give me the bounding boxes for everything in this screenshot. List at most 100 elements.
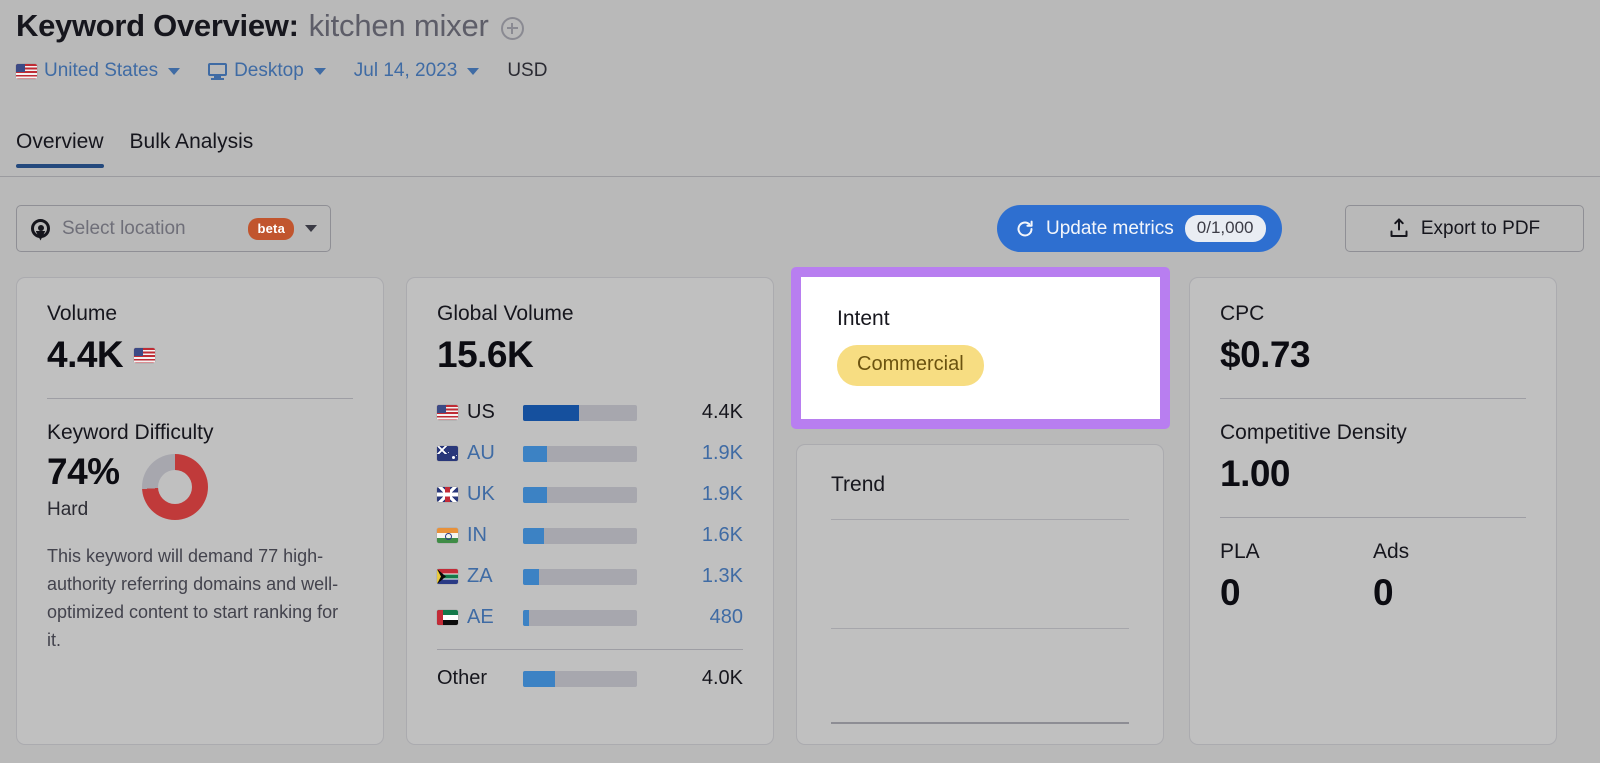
upload-icon [1389,218,1409,239]
ads-block: Ads 0 [1373,540,1526,614]
update-metrics-quota: 0/1,000 [1184,215,1266,242]
card-divider [47,398,353,399]
cpc-label: CPC [1220,302,1265,325]
plus-circle-icon[interactable] [500,16,524,40]
us-flag-icon [134,347,156,363]
currency-label: USD [507,60,548,81]
global-volume-value-cell: 480 [709,606,743,628]
global-volume-divider [437,649,743,650]
global-volume-country-code: AE [467,606,494,628]
intent-label: Intent [837,307,890,330]
ads-value: 0 [1373,572,1394,613]
beta-badge: beta [248,217,294,240]
global-volume-country[interactable]: AE [437,606,503,629]
date-selector[interactable]: Jul 14, 2023 [354,60,480,82]
global-volume-bar [523,568,637,585]
location-select[interactable]: Select location beta [16,205,331,252]
global-volume-card: Global Volume 15.6K US 4.4K AU 1.9K UK 1.9K IN… [406,277,774,745]
pla-block: PLA 0 [1220,540,1373,614]
trend-label: Trend [831,473,886,496]
tab-bulk-analysis[interactable]: Bulk Analysis [130,130,254,168]
us-flag-icon [16,63,37,79]
global-volume-country[interactable]: IN [437,524,503,547]
cpc-card: CPC $0.73 Competitive Density 1.00 PLA 0… [1189,277,1557,745]
us-flag-icon [437,405,458,420]
location-select-placeholder: Select location [62,217,186,239]
volume-label: Volume [47,302,118,325]
global-volume-other-value: 4.0K [701,667,743,689]
page-title: Keyword Overview: kitchen mixer [16,8,524,44]
global-volume-value: 15.6K [437,334,534,375]
keyword-difficulty-rating: Hard [47,499,89,520]
au-flag-icon [437,446,458,461]
country-selector[interactable]: United States [16,60,181,82]
chevron-down-icon [168,67,181,75]
global-volume-value-cell: 1.6K [701,524,743,546]
global-volume-label: Global Volume [437,302,574,325]
global-volume-value-cell: 4.4K [701,401,743,423]
global-volume-row: AE 480 [437,597,743,638]
intent-badge: Commercial [837,345,984,386]
global-volume-row: ZA 1.3K [437,556,743,597]
chevron-down-icon [313,67,326,75]
device-selector[interactable]: Desktop [208,60,326,82]
volume-card: Volume 4.4K Keyword Difficulty 74% Hard … [16,277,384,745]
global-volume-row: UK 1.9K [437,474,743,515]
in-flag-icon [437,528,458,543]
global-volume-bar [523,609,637,626]
filters-bar: United States Desktop Jul 14, 2023 USD [16,60,547,82]
global-volume-country[interactable]: AU [437,442,503,465]
global-volume-bar [523,527,637,544]
ads-label: Ads [1373,540,1410,563]
tab-bar: Overview Bulk Analysis [16,130,253,168]
cpc-value: $0.73 [1220,334,1311,375]
global-volume-country-code: IN [467,524,487,546]
keyword-difficulty-value: 74% [47,451,120,492]
device-selector-label: Desktop [234,60,304,81]
global-volume-list: US 4.4K AU 1.9K UK 1.9K IN 1.6K ZA 1.3K AE 480 [437,392,743,638]
global-volume-value-cell: 1.9K [701,442,743,464]
map-pin-icon [30,217,51,241]
country-selector-label: United States [44,60,159,81]
global-volume-row: AU 1.9K [437,433,743,474]
date-selector-label: Jul 14, 2023 [353,60,458,81]
keyword-difficulty-note: This keyword will demand 77 high-authori… [47,546,339,650]
global-volume-country-code: UK [467,483,495,505]
global-volume-row: IN 1.6K [437,515,743,556]
card-divider [1220,398,1526,399]
global-volume-other-row: Other 4.0K [437,658,743,699]
pla-value: 0 [1220,572,1241,613]
global-volume-row: US 4.4K [437,392,743,433]
export-to-pdf-button[interactable]: Export to PDF [1345,205,1584,252]
currency-label-wrap: USD [507,60,547,82]
card-divider [1220,517,1526,518]
refresh-icon [1015,219,1035,239]
global-volume-bar [523,445,637,462]
uk-flag-icon [437,487,458,502]
za-flag-icon [437,569,458,584]
update-metrics-button[interactable]: Update metrics 0/1,000 [997,205,1282,252]
global-volume-country[interactable]: ZA [437,565,503,588]
global-volume-country[interactable]: UK [437,483,503,506]
chevron-down-icon [467,67,480,75]
monitor-icon [208,62,228,81]
global-volume-country-code: ZA [467,565,493,587]
global-volume-country: US [437,401,503,424]
pla-label: PLA [1220,540,1260,563]
global-volume-other-bar [523,670,637,687]
competitive-density-label: Competitive Density [1220,421,1407,444]
global-volume-bar [523,486,637,503]
global-volume-value-cell: 1.3K [701,565,743,587]
global-volume-country-code: AU [467,442,495,464]
intent-card[interactable]: Intent Commercial [791,267,1170,429]
update-metrics-label: Update metrics [1046,217,1174,239]
trend-card: Trend [796,444,1164,745]
pla-ads-row: PLA 0 Ads 0 [1220,540,1526,614]
tab-overview[interactable]: Overview [16,130,104,168]
ae-flag-icon [437,610,458,625]
page-title-keyword: kitchen mixer [308,8,489,43]
tab-bar-divider [0,176,1600,177]
global-volume-country-code: US [467,401,495,423]
global-volume-bar [523,404,637,421]
global-volume-value-cell: 1.9K [701,483,743,505]
